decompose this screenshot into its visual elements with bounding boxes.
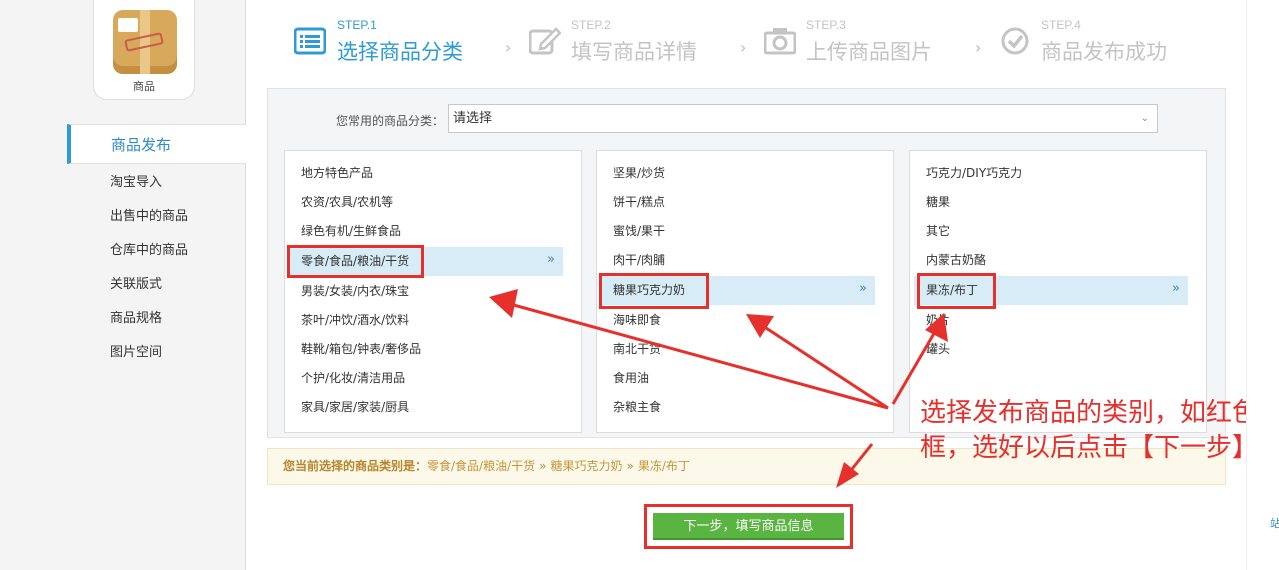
side-nav: 商品发布 淘宝导入 出售中的商品 仓库中的商品 关联版式 商品规格 图片空间	[67, 124, 246, 370]
current-path-1: 零食/食品/粮油/干货	[427, 459, 536, 473]
category-item[interactable]: 家具/家居/家装/厨具	[289, 393, 563, 422]
category-column-3: 巧克力/DIY巧克力 糖果 其它 内蒙古奶酪 果冻/布丁 » 奶片 罐头	[909, 150, 1207, 433]
step-1-title: 选择商品分类	[337, 40, 463, 64]
step-3: STEP.3 上传商品图片	[764, 14, 964, 70]
box-icon	[113, 10, 177, 74]
category-item[interactable]: 鞋靴/箱包/钟表/奢侈品	[289, 335, 563, 364]
category-item[interactable]: 糖果	[914, 188, 1188, 217]
category-item[interactable]: 男装/女装/内衣/珠宝	[289, 277, 563, 306]
category-item[interactable]: 农资/农具/农机等	[289, 188, 563, 217]
step-3-number: STEP.3	[806, 18, 846, 32]
double-chevron-right-icon: »	[547, 252, 555, 267]
category-item-selected[interactable]: 糖果巧克力奶 »	[601, 276, 875, 305]
frequent-category-value: 请选择	[453, 111, 493, 126]
category-column-2: 坚果/炒货 饼干/糕点 蜜饯/果干 肉干/肉脯 糖果巧克力奶 » 海味即食 南北干…	[596, 150, 894, 433]
sidebar-item-images[interactable]: 图片空间	[67, 336, 246, 370]
category-panel: 您常用的商品分类： 请选择 ⌄ 地方特色产品 农资/农具/农机等 绿色有机/生鲜…	[267, 88, 1226, 438]
step-4-title: 商品发布成功	[1041, 40, 1167, 64]
category-item-selected[interactable]: 零食/食品/粮油/干货 »	[289, 247, 563, 276]
sidebar-item-taobao-import[interactable]: 淘宝导入	[67, 166, 246, 200]
category-item[interactable]: 肉干/肉脯	[601, 246, 875, 275]
category-item[interactable]: 奶片	[914, 306, 1188, 335]
category-item-selected[interactable]: 果冻/布丁 »	[914, 276, 1188, 305]
current-path-3: 果冻/布丁	[637, 459, 690, 473]
right-edge-text[interactable]: 站	[1270, 515, 1279, 531]
app-icon-card[interactable]: 商品	[93, 0, 195, 100]
frequent-category-label: 您常用的商品分类：	[336, 114, 445, 128]
app-icon-label: 商品	[133, 80, 155, 93]
step-3-title: 上传商品图片	[806, 40, 932, 64]
chevron-right-icon: ›	[505, 38, 512, 57]
step-2-number: STEP.2	[571, 18, 611, 32]
double-chevron-right-icon: »	[859, 281, 867, 296]
sidebar-item-on-sale[interactable]: 出售中的商品	[67, 200, 246, 234]
check-circle-icon	[1001, 27, 1029, 55]
path-separator: »	[539, 459, 547, 473]
right-edge-panel: 站	[1246, 0, 1279, 570]
current-path-2: 糖果巧克力奶	[550, 459, 623, 473]
category-item[interactable]: 其它	[914, 217, 1188, 246]
category-item[interactable]: 茶叶/冲饮/酒水/饮料	[289, 306, 563, 335]
sidebar-item-warehouse[interactable]: 仓库中的商品	[67, 234, 246, 268]
sidebar: 商品 商品发布 淘宝导入 出售中的商品 仓库中的商品 关联版式 商品规格 图片空…	[0, 0, 246, 570]
camera-icon	[764, 28, 796, 55]
step-2-title: 填写商品详情	[571, 40, 697, 64]
path-separator: »	[626, 459, 634, 473]
step-2: STEP.2 填写商品详情	[529, 14, 729, 70]
double-chevron-right-icon: »	[1172, 281, 1180, 296]
next-button-highlight: 下一步，填写商品信息	[644, 504, 853, 549]
category-item[interactable]: 食用油	[601, 364, 875, 393]
category-item[interactable]: 海味即食	[601, 306, 875, 335]
category-item[interactable]: 饼干/糕点	[601, 188, 875, 217]
sidebar-item-specs[interactable]: 商品规格	[67, 302, 246, 336]
chevron-down-icon: ⌄	[1140, 113, 1149, 124]
category-item-label: 糖果巧克力奶	[613, 283, 686, 297]
step-4-number: STEP.4	[1041, 18, 1081, 32]
category-item[interactable]: 蜜饯/果干	[601, 217, 875, 246]
step-1: STEP.1 选择商品分类	[294, 14, 494, 70]
category-item[interactable]: 杂粮主食	[601, 393, 875, 422]
sidebar-item-templates[interactable]: 关联版式	[67, 268, 246, 302]
category-item[interactable]: 地方特色产品	[289, 159, 563, 188]
category-column-1: 地方特色产品 农资/农具/农机等 绿色有机/生鲜食品 零食/食品/粮油/干货» …	[284, 150, 582, 433]
category-item[interactable]: 南北干货	[601, 335, 875, 364]
category-item[interactable]: 罐头	[914, 335, 1188, 364]
category-item[interactable]: 坚果/炒货	[601, 159, 875, 188]
step-1-number: STEP.1	[337, 18, 377, 32]
category-item[interactable]: 内蒙古奶酪	[914, 246, 1188, 275]
edit-icon	[529, 27, 561, 55]
current-category-label: 您当前选择的商品类别是：	[283, 459, 428, 473]
sidebar-item-publish[interactable]: 商品发布	[67, 124, 246, 164]
frequent-category-select[interactable]: 请选择 ⌄	[448, 104, 1158, 133]
next-step-button[interactable]: 下一步，填写商品信息	[653, 513, 844, 540]
page-root: 商品 商品发布 淘宝导入 出售中的商品 仓库中的商品 关联版式 商品规格 图片空…	[0, 0, 1279, 570]
category-item-label: 果冻/布丁	[926, 283, 979, 297]
list-icon	[294, 27, 326, 55]
chevron-right-icon: ›	[740, 38, 747, 57]
category-item[interactable]: 个护/化妆/清洁用品	[289, 364, 563, 393]
step-4: STEP.4 商品发布成功	[1000, 14, 1200, 70]
category-item-label: 零食/食品/粮油/干货	[301, 254, 410, 268]
chevron-right-icon: ›	[975, 38, 982, 57]
category-item[interactable]: 绿色有机/生鲜食品	[289, 217, 563, 246]
category-item[interactable]: 巧克力/DIY巧克力	[914, 159, 1188, 188]
annotation-text: 选择发布商品的类别，如红色框，选好以后点击【下一步】	[920, 398, 1259, 463]
